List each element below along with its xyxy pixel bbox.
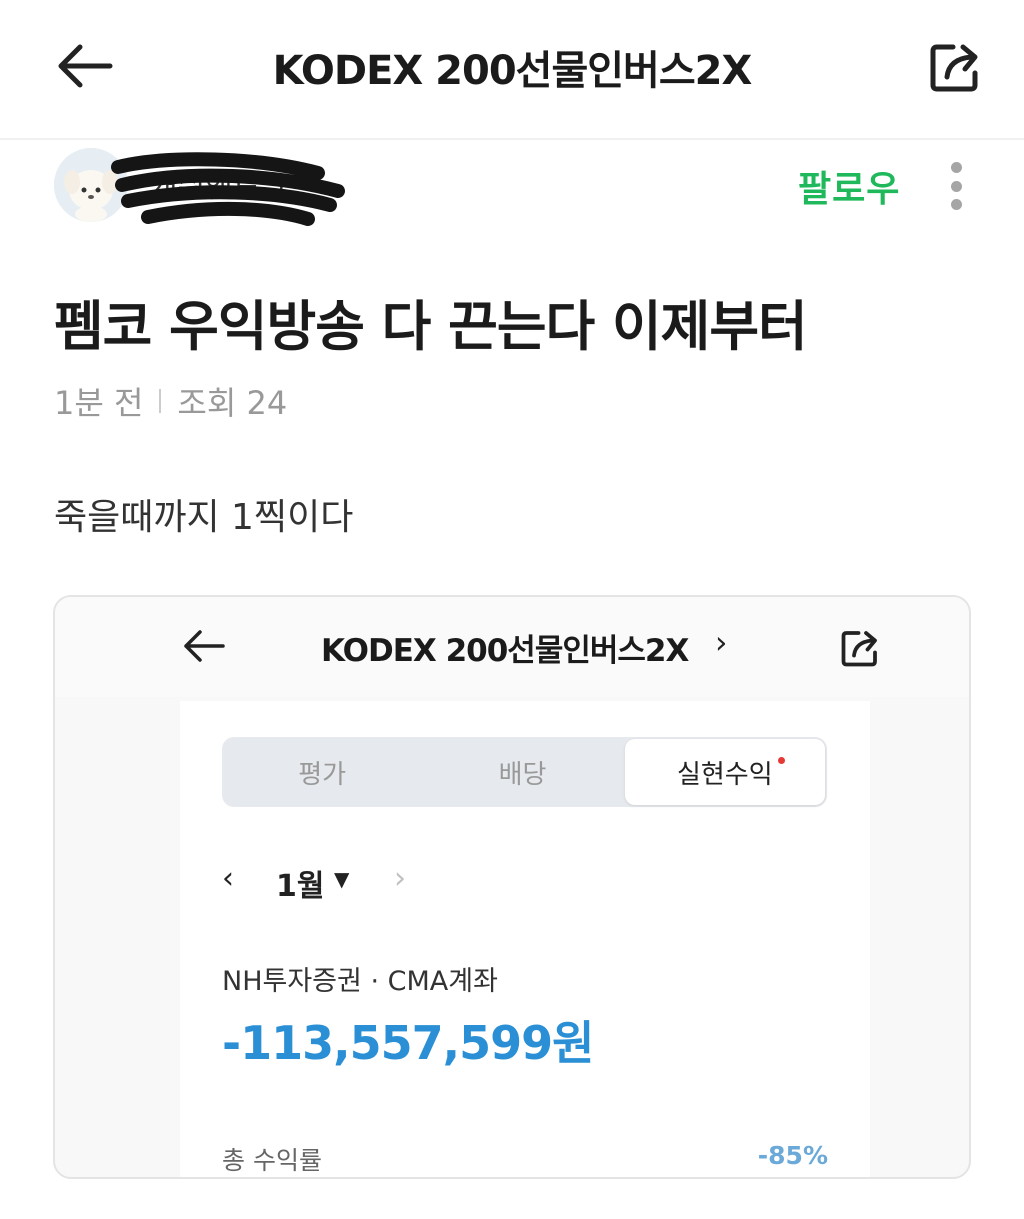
more-dot [950, 180, 962, 192]
screenshot-panel: 평가 배당 실현수익 ‹ 1월 ▼ › NH투자증권 · CMA계좌 -113,… [180, 701, 870, 1177]
chevron-right-icon: › [394, 861, 406, 896]
total-return-value: -85% [757, 1141, 828, 1170]
share-button[interactable] [922, 36, 988, 98]
chevron-right-icon: › [715, 625, 728, 661]
author-row: 캐쉬앳도그 팔로우 [0, 142, 1024, 232]
caret-down-icon: ▼ [334, 867, 350, 891]
meta-divider [159, 389, 162, 413]
post-time: 1분 전 [54, 384, 144, 422]
post-views: 조회 24 [177, 384, 288, 422]
more-dot [950, 199, 962, 210]
back-button[interactable] [52, 36, 118, 96]
redaction-scribble [111, 152, 345, 226]
screenshot-title: KODEX 200선물인버스2X [321, 633, 689, 669]
realized-amount: -113,557,599원 [222, 1016, 594, 1070]
post-meta: 1분 전 조회 24 [54, 378, 287, 424]
tab-valuation: 평가 [298, 759, 347, 790]
post-title: 펨코 우익방송 다 끈는다 이제부터 [54, 295, 808, 358]
month-label: 1월 [276, 869, 325, 904]
screenshot-share-button [835, 623, 885, 673]
share-icon [841, 631, 877, 667]
more-options-button[interactable] [936, 156, 976, 216]
tab-realized-profit-label: 실현수익 [676, 759, 773, 790]
more-vertical-icon [950, 162, 962, 173]
screenshot-back-button [179, 621, 229, 671]
arrow-left-icon [58, 44, 113, 88]
share-icon [930, 44, 978, 92]
attached-image[interactable]: KODEX 200선물인버스2X › 평가 배당 실현수익 ‹ 1월 ▼ › N… [53, 595, 971, 1179]
notification-dot [777, 757, 785, 764]
month-selector: ‹ 1월 ▼ › [222, 861, 522, 904]
arrow-left-icon [184, 630, 225, 662]
post-body: 죽을때까지 1찍이다 [54, 497, 354, 538]
tab-realized-profit: 실현수익 [624, 739, 825, 805]
tab-bar: 평가 배당 실현수익 [222, 737, 827, 807]
follow-button[interactable]: 팔로우 [798, 160, 900, 212]
screenshot-top-bar: KODEX 200선물인버스2X › [55, 597, 969, 697]
page-title: KODEX 200선물인버스2X [272, 48, 753, 94]
account-label: NH투자증권 · CMA계좌 [222, 966, 498, 997]
top-bar: KODEX 200선물인버스2X [0, 0, 1024, 140]
total-return-label: 총 수익률 [222, 1146, 322, 1175]
chevron-left-icon: ‹ [222, 861, 234, 896]
tab-dividend: 배당 [498, 759, 547, 790]
